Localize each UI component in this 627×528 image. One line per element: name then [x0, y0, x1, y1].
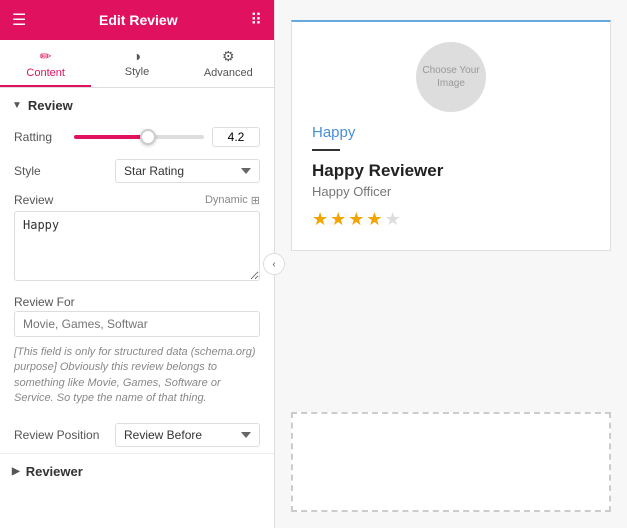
style-tab-icon: ◑ [133, 48, 141, 64]
bottom-dashed-area [291, 412, 611, 512]
review-textarea[interactable]: Happy [14, 211, 260, 281]
dynamic-label: Dynamic [205, 194, 248, 206]
preview-star-rating: ★ ★ ★ ★ ★ [312, 209, 401, 230]
rating-label: Ratting [14, 130, 74, 144]
preview-reviewer-title: Happy Officer [312, 184, 391, 199]
star-2: ★ [330, 209, 346, 230]
content-tab-icon: ✏ [40, 48, 52, 65]
tabs: ✏ Content ◑ Style ⚙ Advanced [0, 40, 274, 88]
preview-reviewer-name: Happy Reviewer [312, 161, 443, 181]
dynamic-badge: Dynamic ⊞ [205, 194, 260, 207]
star-5: ★ [385, 209, 401, 230]
reviewer-section-title: Reviewer [26, 464, 83, 479]
advanced-tab-icon: ⚙ [222, 48, 235, 65]
hamburger-icon[interactable]: ☰ [12, 10, 26, 30]
review-section-title: Review [28, 98, 73, 113]
review-for-row: Review For [0, 289, 274, 311]
star-4: ★ [366, 209, 382, 230]
dynamic-icon[interactable]: ⊞ [251, 194, 260, 207]
rating-slider-track[interactable] [74, 135, 204, 139]
star-3: ★ [348, 209, 364, 230]
right-panel: ‹ Choose Your Image Happy Happy Reviewer… [275, 0, 627, 528]
tab-advanced-label: Advanced [204, 67, 253, 79]
tab-advanced[interactable]: ⚙ Advanced [183, 40, 274, 87]
collapse-button[interactable]: ‹ [263, 253, 285, 275]
review-position-label: Review Position [14, 428, 99, 442]
avatar: Choose Your Image [416, 42, 486, 112]
preview-area: Choose Your Image Happy Happy Reviewer H… [275, 0, 627, 412]
tab-style[interactable]: ◑ Style [91, 40, 182, 87]
grid-icon[interactable]: ⠿ [250, 10, 262, 30]
review-info-text: [This field is only for structured data … [0, 341, 274, 417]
review-for-input[interactable] [14, 311, 260, 337]
rating-slider-thumb[interactable] [140, 129, 156, 145]
panel-header: ☰ Edit Review ⠿ [0, 0, 274, 40]
tab-content[interactable]: ✏ Content [0, 40, 91, 87]
review-for-label: Review For [14, 295, 75, 309]
review-position-row: Review Position Review Before Review Aft… [0, 417, 274, 453]
tab-style-label: Style [125, 66, 149, 78]
preview-divider [312, 149, 340, 151]
left-panel: ☰ Edit Review ⠿ ✏ Content ◑ Style ⚙ Adva… [0, 0, 275, 528]
tab-content-label: Content [26, 67, 65, 79]
style-select[interactable]: Star Rating Number Rating Percentage [115, 159, 260, 183]
avatar-placeholder-text: Choose Your Image [416, 64, 486, 90]
star-1: ★ [312, 209, 328, 230]
review-section-header[interactable]: ▼ Review [0, 88, 274, 121]
section-arrow-icon: ▼ [12, 100, 22, 111]
review-card: Choose Your Image Happy Happy Reviewer H… [291, 20, 611, 251]
preview-review-text: Happy [312, 124, 355, 141]
rating-value-input[interactable] [212, 127, 260, 147]
slider-container [74, 127, 260, 147]
panel-title: Edit Review [26, 12, 250, 28]
review-position-select[interactable]: Review Before Review After [115, 423, 260, 447]
style-label: Style [14, 164, 74, 178]
reviewer-section-header[interactable]: ▶ Reviewer [0, 453, 274, 489]
review-field-label: Review [14, 193, 53, 207]
rating-row: Ratting [0, 121, 274, 153]
reviewer-arrow-icon: ▶ [12, 466, 20, 477]
style-row: Style Star Rating Number Rating Percenta… [0, 153, 274, 189]
style-field-right: Star Rating Number Rating Percentage [74, 159, 260, 183]
review-label-row: Review Dynamic ⊞ [0, 189, 274, 209]
